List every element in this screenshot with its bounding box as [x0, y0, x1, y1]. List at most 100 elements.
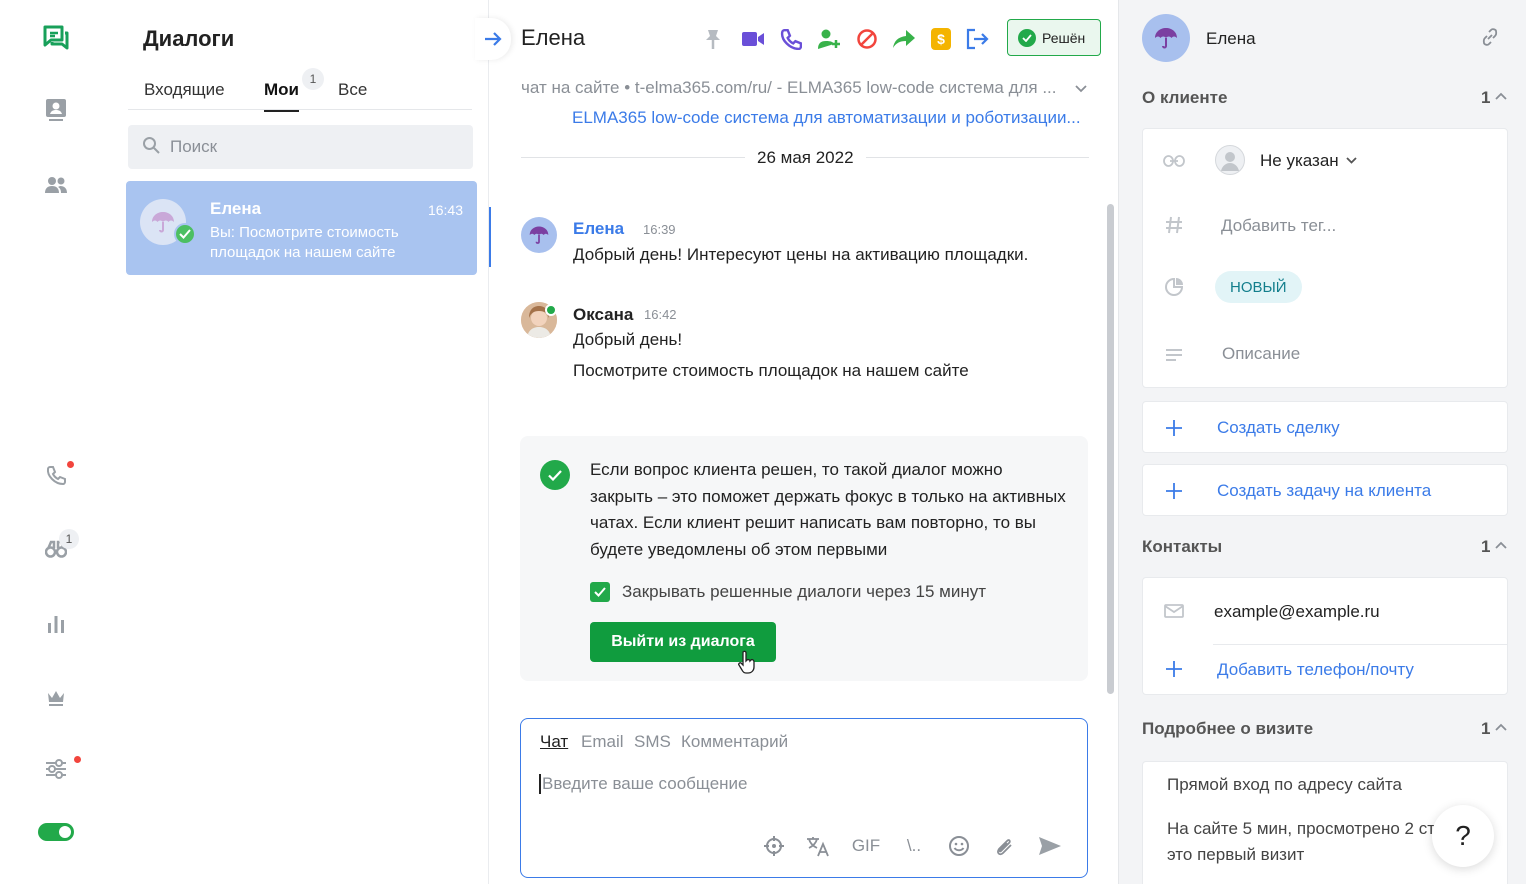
- mail-icon: [1163, 600, 1185, 622]
- link-icon: [1163, 150, 1185, 172]
- section-count: 1: [1481, 537, 1491, 556]
- crown-icon[interactable]: [42, 684, 70, 712]
- section-title-contacts[interactable]: Контакты: [1142, 537, 1222, 557]
- video-call-icon[interactable]: [740, 26, 766, 52]
- message-composer[interactable]: Чат Email SMS Комментарий Введите ваше с…: [520, 718, 1088, 878]
- pie-chart-icon: [1163, 276, 1185, 298]
- block-icon[interactable]: [854, 26, 880, 52]
- create-task-label: Создать задачу на клиента: [1217, 481, 1432, 500]
- avatar: [521, 217, 557, 253]
- message-time: 16:42: [644, 307, 677, 322]
- notice-text: Если вопрос клиента решен, то такой диал…: [590, 460, 1066, 559]
- search-placeholder: Поиск: [170, 137, 218, 156]
- auto-close-label[interactable]: Закрывать решенные диалоги через 15 мину…: [622, 582, 986, 602]
- phone-icon[interactable]: [42, 461, 70, 489]
- target-icon[interactable]: [761, 832, 787, 860]
- translate-icon[interactable]: [804, 832, 832, 860]
- text-lines-icon: [1163, 344, 1185, 366]
- contact-email[interactable]: example@example.ru: [1214, 602, 1380, 622]
- page-title: Диалоги: [143, 26, 235, 51]
- chevron-up-icon: [1495, 92, 1507, 100]
- collapse-button[interactable]: [475, 18, 511, 60]
- message-author[interactable]: Елена: [573, 219, 624, 239]
- chevron-up-icon: [1495, 723, 1507, 731]
- dialog-list-panel: Диалоги Входящие Мои 1 Все Поиск Елена 1…: [112, 0, 488, 884]
- client-panel: Елена О клиенте 1 Не указан Добавить тег…: [1118, 0, 1526, 884]
- svg-text:$: $: [937, 31, 945, 47]
- client-name: Елена: [1206, 29, 1256, 48]
- bar-chart-icon[interactable]: [42, 610, 70, 638]
- tab-all[interactable]: Все: [338, 80, 367, 100]
- section-title-visit[interactable]: Подробнее о визите: [1142, 719, 1313, 739]
- help-button[interactable]: ?: [1432, 805, 1494, 867]
- phone-call-icon[interactable]: [778, 26, 804, 52]
- resolved-label: Решён: [1042, 29, 1086, 46]
- composer-tab-chat[interactable]: Чат: [540, 732, 568, 752]
- status-badge[interactable]: НОВЫЙ: [1215, 271, 1302, 303]
- arrow-right-icon: [485, 32, 502, 46]
- exit-icon[interactable]: [964, 26, 990, 52]
- chat-title: Елена: [521, 25, 586, 50]
- composer-tab-email[interactable]: Email: [581, 732, 624, 752]
- hash-icon: [1163, 214, 1185, 236]
- link-icon[interactable]: [1480, 27, 1500, 52]
- notification-dot: [74, 756, 81, 763]
- sliders-icon[interactable]: [42, 755, 70, 783]
- send-icon[interactable]: [1036, 832, 1064, 860]
- check-circle-icon: [1018, 28, 1036, 47]
- umbrella-icon: [152, 212, 174, 233]
- visit-details-2: это первый визит: [1167, 845, 1305, 864]
- auto-close-checkbox[interactable]: [590, 582, 610, 602]
- tag-input[interactable]: Добавить тег...: [1221, 216, 1336, 236]
- resolve-notice: Если вопрос клиента решен, то такой диал…: [520, 436, 1088, 681]
- dialog-tabs: Входящие Мои 1 Все: [128, 68, 472, 112]
- forward-icon[interactable]: [891, 26, 917, 52]
- message-author[interactable]: Оксана: [573, 305, 633, 325]
- tab-mine[interactable]: Мои: [264, 80, 299, 112]
- tab-incoming[interactable]: Входящие: [144, 80, 225, 100]
- notification-dot: [67, 461, 74, 468]
- visit-details: На сайте 5 мин, просмотрено 2 ст: [1167, 819, 1435, 838]
- date-label: 26 мая 2022: [745, 148, 866, 168]
- toggle-icon[interactable]: [38, 823, 74, 841]
- tab-badge: 1: [302, 68, 324, 90]
- create-deal-button[interactable]: Создать сделку: [1142, 401, 1508, 453]
- section-count: 1: [1481, 719, 1491, 738]
- composer-tab-comment[interactable]: Комментарий: [681, 732, 788, 752]
- list-item[interactable]: Елена 16:43 Вы: Посмотрите стоимость пло…: [126, 181, 477, 275]
- owner-select[interactable]: Не указан: [1260, 151, 1339, 171]
- message-input[interactable]: Введите ваше сообщение: [539, 774, 748, 794]
- resolved-button[interactable]: Решён: [1007, 19, 1101, 56]
- chat-panel: Елена $ Решён чат на сайте • t-elma365.c…: [475, 0, 1118, 884]
- description-input[interactable]: Описание: [1222, 344, 1300, 364]
- pin-icon[interactable]: [700, 26, 726, 52]
- message-text: Посмотрите стоимость площадок на нашем с…: [573, 361, 969, 380]
- users-icon[interactable]: [42, 171, 70, 199]
- chat-source: чат на сайте • t-elma365.com/ru/ - ELMA3…: [521, 78, 1057, 97]
- create-task-button[interactable]: Создать задачу на клиента: [1142, 464, 1508, 516]
- date-separator: 26 мая 2022: [521, 148, 1089, 168]
- contact-card-icon[interactable]: [42, 96, 70, 124]
- source-link[interactable]: ELMA365 low-code система для автоматизац…: [572, 108, 1092, 128]
- nav-badge: 1: [59, 529, 79, 549]
- search-input[interactable]: Поиск: [128, 125, 473, 169]
- emoji-icon[interactable]: [946, 832, 972, 860]
- chat-icon[interactable]: [42, 24, 70, 52]
- message-text: Добрый день!: [573, 330, 683, 349]
- dialog-time: 16:43: [427, 202, 463, 218]
- attach-icon[interactable]: [990, 832, 1016, 860]
- chevron-down-icon[interactable]: [1075, 80, 1087, 98]
- gif-button[interactable]: GIF: [851, 832, 881, 860]
- composer-tab-sms[interactable]: SMS: [634, 732, 671, 752]
- scrollbar[interactable]: [1107, 204, 1114, 694]
- main-nav-rail: 1: [0, 0, 112, 884]
- divider: [1213, 644, 1507, 645]
- shortcut-button[interactable]: \..: [901, 832, 927, 860]
- dollar-icon[interactable]: $: [928, 26, 954, 52]
- section-title-about[interactable]: О клиенте: [1142, 88, 1227, 108]
- add-contact-button[interactable]: Добавить телефон/почту: [1217, 660, 1414, 680]
- check-circle-icon: [540, 460, 570, 490]
- plus-icon: [1163, 658, 1185, 680]
- contacts-card: example@example.ru Добавить телефон/почт…: [1142, 577, 1508, 695]
- add-user-icon[interactable]: [816, 26, 842, 52]
